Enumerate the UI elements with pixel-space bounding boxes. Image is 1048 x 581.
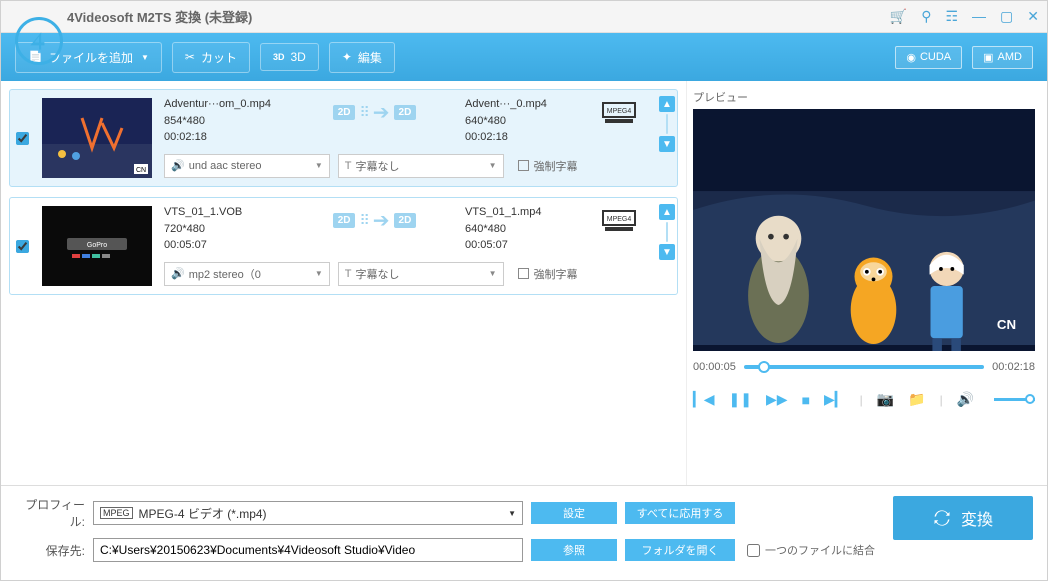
format-icon: MPEG4 [599, 204, 639, 234]
convert-button[interactable]: 変換 [893, 496, 1033, 540]
edit-label: 編集 [358, 49, 382, 66]
chevron-down-icon: ▼ [508, 509, 516, 518]
move-up-button[interactable]: ▲ [659, 204, 675, 220]
convert-label: 変換 [961, 506, 993, 530]
chevron-down-icon: ▼ [141, 53, 149, 62]
cut-label: カット [201, 49, 237, 66]
target-info: Advent···_0.mp4640*48000:02:18 [465, 96, 585, 146]
3d-label: 3D [290, 50, 305, 64]
forced-subtitle[interactable]: 強制字幕 [512, 154, 639, 178]
save-path-input[interactable] [93, 538, 523, 562]
amd-label: AMD [998, 51, 1022, 63]
main-toolbar: 📄 ファイルを追加 ▼ ✂ カット 3D 3D ✦ 編集 ◉ CUDA ▣ AM… [1, 33, 1047, 81]
move-down-button[interactable]: ▼ [659, 244, 675, 260]
app-logo [15, 17, 63, 65]
browse-button[interactable]: 参照 [531, 539, 617, 561]
source-info: Adventur···om_0.mp4854*48000:02:18 [164, 96, 284, 146]
svg-text:MPEG4: MPEG4 [607, 108, 632, 115]
source-info: VTS_01_1.VOB720*48000:05:07 [164, 204, 284, 254]
app-title: 4Videosoft M2TS 変換 (未登録) [67, 7, 252, 26]
item-checkbox[interactable] [16, 240, 29, 253]
amd-icon: ▣ [983, 51, 993, 64]
seek-slider[interactable] [744, 365, 984, 369]
profile-label: プロフィール: [15, 496, 85, 530]
stop-button[interactable]: ■ [802, 392, 810, 408]
close-button[interactable]: ✕ [1027, 8, 1039, 25]
amd-button[interactable]: ▣ AMD [972, 46, 1033, 69]
subtitle-select[interactable]: T字幕なし▼ [338, 154, 504, 178]
3d-icon: 3D [273, 52, 285, 62]
speaker-icon: 🔊 [171, 159, 185, 172]
conversion-arrow: 2D⠿➔2D [292, 96, 457, 125]
save-label: 保存先: [15, 542, 85, 559]
thumbnail: GoPro [42, 206, 152, 286]
thumbnail: CN [42, 98, 152, 178]
svg-text:MPEG4: MPEG4 [607, 216, 632, 223]
prev-button[interactable]: ▎◀ [693, 391, 715, 408]
open-folder-button[interactable]: 📁 [908, 391, 925, 408]
edit-button[interactable]: ✦ 編集 [329, 42, 395, 73]
nvidia-icon: ◉ [906, 51, 916, 64]
cart-icon[interactable]: 🛒 [890, 8, 907, 25]
cut-button[interactable]: ✂ カット [172, 42, 250, 73]
move-down-button[interactable]: ▼ [659, 136, 675, 152]
move-up-button[interactable]: ▲ [659, 96, 675, 112]
profile-select[interactable]: MPEG MPEG-4 ビデオ (*.mp4) ▼ [93, 501, 523, 525]
text-icon: T [345, 160, 352, 172]
next-button[interactable]: ▶▎ [824, 391, 846, 408]
audio-select[interactable]: 🔊und aac stereo▼ [164, 154, 330, 178]
pause-button[interactable]: ❚❚ [729, 391, 752, 408]
preview-video[interactable]: CN [693, 109, 1035, 351]
apply-all-button[interactable]: すべてに応用する [625, 502, 735, 524]
target-info: VTS_01_1.mp4640*48000:05:07 [465, 204, 585, 254]
preview-panel: プレビュー [687, 81, 1047, 485]
3d-button[interactable]: 3D 3D [260, 43, 319, 71]
text-icon: T [345, 268, 352, 280]
fastfwd-button[interactable]: ▶▶ [766, 391, 788, 408]
minimize-button[interactable]: — [972, 8, 986, 25]
key-icon[interactable]: ⚲ [921, 8, 931, 25]
forced-subtitle[interactable]: 強制字幕 [512, 262, 639, 286]
scissors-icon: ✂ [185, 50, 195, 64]
svg-text:CN: CN [136, 167, 146, 174]
file-item[interactable]: GoPro VTS_01_1.VOB720*48000:05:07 2D⠿➔2D… [9, 197, 678, 295]
cuda-button[interactable]: ◉ CUDA [895, 46, 962, 69]
svg-text:GoPro: GoPro [87, 242, 107, 249]
merge-checkbox[interactable]: 一つのファイルに結合 [747, 542, 875, 558]
volume-icon[interactable]: 🔊 [957, 391, 974, 408]
time-total: 00:02:18 [992, 361, 1035, 373]
speaker-icon: 🔊 [171, 267, 185, 280]
merge-label: 一つのファイルに結合 [765, 542, 875, 558]
open-output-button[interactable]: フォルダを開く [625, 539, 735, 561]
snapshot-button[interactable]: 📷 [877, 391, 894, 408]
file-item[interactable]: CN Adventur···om_0.mp4854*48000:02:18 2D… [9, 89, 678, 187]
settings-button[interactable]: 設定 [531, 502, 617, 524]
maximize-button[interactable]: ▢ [1000, 8, 1013, 25]
file-list: CN Adventur···om_0.mp4854*48000:02:18 2D… [1, 81, 687, 485]
svg-text:CN: CN [997, 317, 1016, 332]
bottom-panel: プロフィール: MPEG MPEG-4 ビデオ (*.mp4) ▼ 設定 すべて… [1, 485, 1047, 580]
menu-icon[interactable]: ☶ [945, 8, 958, 25]
wand-icon: ✦ [342, 50, 352, 64]
format-small-icon: MPEG [100, 507, 133, 519]
cuda-label: CUDA [920, 51, 951, 63]
profile-value: MPEG-4 ビデオ (*.mp4) [139, 505, 267, 522]
format-icon: MPEG4 [599, 96, 639, 126]
subtitle-select[interactable]: T字幕なし▼ [338, 262, 504, 286]
titlebar: 4Videosoft M2TS 変換 (未登録) 🛒 ⚲ ☶ — ▢ ✕ [1, 1, 1047, 33]
conversion-arrow: 2D⠿➔2D [292, 204, 457, 233]
volume-slider[interactable] [994, 398, 1035, 401]
audio-select[interactable]: 🔊mp2 stereo（0▼ [164, 262, 330, 286]
item-checkbox[interactable] [16, 132, 29, 145]
preview-title: プレビュー [693, 89, 1035, 105]
time-current: 00:00:05 [693, 361, 736, 373]
